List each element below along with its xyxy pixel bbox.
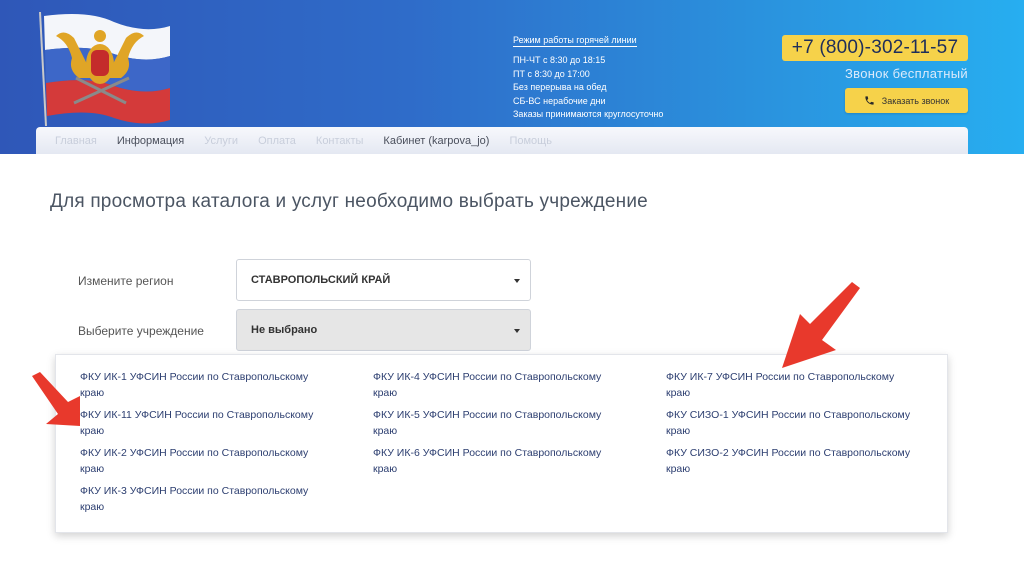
institution-select[interactable]: Не выбрано <box>236 309 531 351</box>
region-select-value: СТАВРОПОЛЬСКИЙ КРАЙ <box>251 274 391 286</box>
institution-option[interactable]: ФКУ ИК-2 УФСИН России по Ставропольскому… <box>80 446 330 477</box>
hours-line: СБ-ВС нерабочие дни <box>513 95 606 106</box>
hours-line: ПН-ЧТ с 8:30 до 18:15 <box>513 55 606 65</box>
institution-label: Выберите учреждение <box>78 324 204 338</box>
institution-option[interactable]: ФКУ ИК-5 УФСИН России по Ставропольскому… <box>373 408 623 439</box>
institution-dropdown: ФКУ ИК-1 УФСИН России по Ставропольскому… <box>55 354 948 533</box>
institution-option[interactable]: ФКУ ИК-4 УФСИН России по Ставропольскому… <box>373 370 623 401</box>
nav-item-cabinet[interactable]: Кабинет (karpova_jo) <box>383 135 489 147</box>
institution-option[interactable]: ФКУ ИК-7 УФСИН России по Ставропольскому… <box>666 370 916 401</box>
institution-option[interactable]: ФКУ ИК-11 УФСИН России по Ставропольском… <box>80 408 330 439</box>
nav-item-payment[interactable]: Оплата <box>258 135 296 147</box>
free-call-label: Звонок бесплатный <box>845 66 968 81</box>
nav-item-services[interactable]: Услуги <box>204 135 238 147</box>
institution-option[interactable]: ФКУ ИК-1 УФСИН России по Ставропольскому… <box>80 370 330 401</box>
order-callback-button[interactable]: Заказать звонок <box>845 88 968 113</box>
main-nav: Главная Информация Услуги Оплата Контакт… <box>36 127 968 154</box>
region-label: Измените регион <box>78 274 174 288</box>
institution-option[interactable]: ФКУ СИЗО-2 УФСИН России по Ставропольско… <box>666 446 916 477</box>
nav-item-home[interactable]: Главная <box>55 135 97 147</box>
chevron-down-icon <box>514 329 520 333</box>
institution-option[interactable]: ФКУ ИК-6 УФСИН России по Ставропольскому… <box>373 446 623 477</box>
hotline-hours-link[interactable]: Режим работы горячей линии <box>513 34 637 47</box>
nav-item-information[interactable]: Информация <box>117 135 184 147</box>
red-arrow-icon <box>32 372 80 426</box>
region-select[interactable]: СТАВРОПОЛЬСКИЙ КРАЙ <box>236 259 531 301</box>
chevron-down-icon <box>514 279 520 283</box>
site-header: Режим работы горячей линии ПН-ЧТ с 8:30 … <box>0 0 1024 154</box>
order-callback-label: Заказать звонок <box>881 95 950 106</box>
hotline-phone-number[interactable]: +7 (800)-302-11-57 <box>782 35 968 61</box>
phone-icon <box>865 96 874 105</box>
hours-line: ПТ с 8:30 до 17:00 <box>513 68 590 79</box>
nav-item-help[interactable]: Помощь <box>509 135 552 147</box>
nav-item-contacts[interactable]: Контакты <box>316 135 364 147</box>
institution-select-value: Не выбрано <box>251 324 318 336</box>
hours-line: Без перерыва на обед <box>513 82 607 92</box>
institution-option[interactable]: ФКУ СИЗО-1 УФСИН России по Ставропольско… <box>666 408 916 439</box>
flag-emblem-logo[interactable] <box>34 8 174 128</box>
hours-line: Заказы принимаются круглосуточно <box>513 109 664 119</box>
hotline-hours: Режим работы горячей линии ПН-ЧТ с 8:30 … <box>513 34 663 122</box>
page-title: Для просмотра каталога и услуг необходим… <box>50 191 648 212</box>
institution-option[interactable]: ФКУ ИК-3 УФСИН России по Ставропольскому… <box>80 484 330 515</box>
red-arrow-icon <box>782 282 860 368</box>
